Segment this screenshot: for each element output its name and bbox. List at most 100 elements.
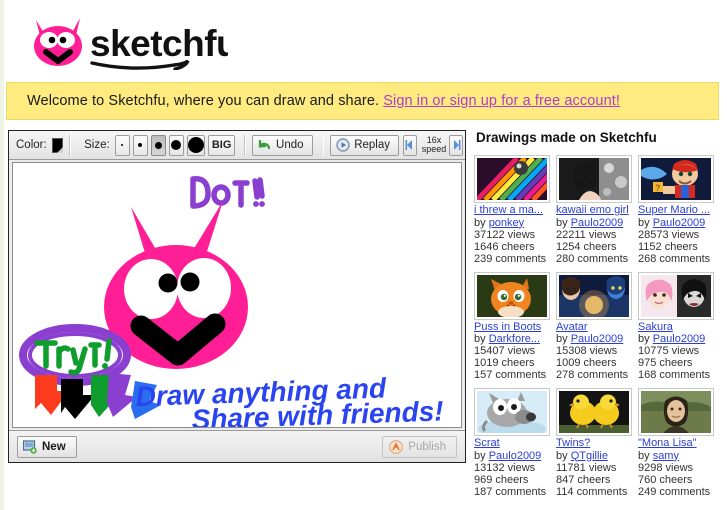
signin-signup-link[interactable]: Sign in or sign up for a free account! (383, 93, 620, 109)
speed-decrease-button[interactable] (403, 134, 417, 156)
gallery-card[interactable]: ? Super Mario ... by Paulo2009 28573 vie… (638, 155, 714, 265)
gallery-card[interactable]: "Mona Lisa" by samy 9298 views 760 cheer… (638, 388, 714, 498)
canvas-artwork: Draw anything and Share with friends! (13, 163, 461, 427)
gallery-card[interactable]: kawaii emo girl by Paulo2009 22211 views… (556, 155, 632, 265)
emo-girl-thumb-icon (559, 158, 629, 200)
gallery-card-title[interactable]: kawaii emo girl (556, 204, 632, 217)
gallery-card-title[interactable]: i threw a ma... (474, 204, 550, 217)
color-label: Color: (16, 139, 47, 151)
views-count: 10775 views (638, 345, 700, 357)
gallery-card-title[interactable]: Puss in Boots (474, 321, 550, 334)
drawing-app: Color: Size: BIG Undo Replay 16x speed D… (8, 130, 466, 463)
by-label: by (474, 449, 486, 462)
cheers-count: 1009 cheers (556, 357, 617, 369)
thumbnail[interactable] (556, 155, 632, 203)
cheers-count: 1019 cheers (474, 357, 535, 369)
gallery-card-title[interactable]: Sakura (638, 321, 714, 334)
cheers-count: 975 cheers (638, 357, 693, 369)
publish-button[interactable]: Publish (382, 435, 457, 458)
thumbnail[interactable]: ? (638, 155, 714, 203)
author-link[interactable]: Paulo2009 (571, 333, 624, 345)
toolbar-divider (322, 134, 325, 156)
gallery-card-title[interactable]: Twins? (556, 437, 632, 450)
by-label: by (556, 449, 568, 462)
speed-increase-button[interactable] (449, 134, 464, 156)
thumbnail[interactable] (638, 388, 714, 436)
gallery-card[interactable]: Scrat by Paulo2009 13132 views 969 cheer… (474, 388, 550, 498)
comments-count: 187 comments (474, 485, 547, 498)
brush-dot-icon (138, 143, 143, 147)
color-picker-swatch[interactable] (51, 137, 64, 153)
toolbar-divider (244, 134, 247, 156)
gallery-card-title[interactable]: Super Mario ... (638, 204, 714, 217)
gallery-card[interactable]: Avatar by Paulo2009 15308 views 1009 che… (556, 271, 632, 381)
sketchfu-logo[interactable]: sketchfu (18, 10, 228, 70)
author-link[interactable]: Paulo2009 (489, 450, 542, 462)
drawing-canvas[interactable]: Draw anything and Share with friends! (12, 162, 462, 428)
views-count: 15407 views (474, 345, 536, 357)
author-link[interactable]: Paulo2009 (653, 333, 706, 345)
comments-count: 157 comments (474, 369, 547, 381)
svg-text:sketchfu: sketchfu (90, 23, 228, 64)
gallery-panel: Drawings made on Sketchfu i threw a ma..… (474, 130, 722, 510)
thumbnail[interactable] (474, 388, 550, 436)
toolbar-divider (69, 134, 72, 156)
welcome-banner: Welcome to Sketchfu, where you can draw … (6, 82, 719, 120)
drawing-toolbar: Color: Size: BIG Undo Replay 16x speed (9, 131, 465, 160)
cheers-count: 969 cheers (474, 473, 529, 486)
gallery-card[interactable]: Twins? by QTgillie 11781 views 847 cheer… (556, 388, 632, 498)
comments-count: 278 comments (556, 369, 629, 381)
speed-unit: speed (421, 144, 447, 154)
gallery-card[interactable]: Puss in Boots by Darkfore... 15407 views… (474, 271, 550, 381)
thumbnail[interactable] (638, 271, 714, 320)
author-link[interactable]: Paulo2009 (653, 217, 706, 229)
gallery-card-author: by Darkfore... (474, 333, 550, 345)
gallery-grid: i threw a ma... by ponkey 37122 views 16… (474, 155, 722, 505)
replay-label: Replay (354, 139, 391, 151)
brush-dot-icon (121, 144, 124, 146)
gallery-card-title[interactable]: Scrat (474, 437, 550, 450)
author-link[interactable]: Paulo2009 (571, 217, 624, 229)
super-mario-thumb-icon: ? (641, 158, 711, 200)
size-label: Size: (84, 139, 110, 151)
thumbnail[interactable] (474, 271, 550, 320)
arrow-right-icon (453, 140, 461, 150)
gallery-card-author: by Paulo2009 (638, 217, 714, 229)
svg-text:?: ? (655, 183, 661, 193)
size-button-big[interactable]: BIG (207, 134, 236, 156)
gallery-card-author: by Paulo2009 (638, 333, 714, 345)
replay-icon (336, 138, 350, 152)
drawing-footer: New Publish (9, 430, 465, 462)
author-link[interactable]: ponkey (489, 217, 524, 229)
mona-lisa-thumb-icon (641, 391, 711, 433)
gallery-card-author: by QTgillie (556, 450, 632, 462)
by-label: by (638, 333, 650, 345)
gallery-card[interactable]: i threw a ma... by ponkey 37122 views 16… (474, 155, 550, 265)
author-link[interactable]: QTgillie (571, 450, 608, 462)
undo-button[interactable]: Undo (252, 134, 313, 156)
gallery-card-title[interactable]: "Mona Lisa" (638, 437, 714, 450)
thumbnail[interactable] (474, 155, 550, 203)
arrow-left-icon (405, 140, 413, 150)
speed-indicator: 16x speed (422, 136, 447, 154)
gallery-card-author: by samy (638, 450, 714, 462)
by-label: by (638, 216, 650, 229)
size-button-tiny[interactable] (114, 134, 130, 156)
gallery-card[interactable]: Sakura by Paulo2009 10775 views 975 chee… (638, 271, 714, 381)
size-button-large[interactable] (168, 134, 184, 156)
author-link[interactable]: Darkfore... (489, 333, 540, 345)
cheers-count: 1152 cheers (638, 240, 698, 253)
size-button-medium[interactable] (150, 134, 166, 156)
author-link[interactable]: samy (653, 450, 679, 462)
new-drawing-button[interactable]: New (17, 435, 77, 458)
thumbnail[interactable] (556, 388, 632, 436)
size-button-xlarge[interactable] (186, 134, 205, 156)
views-count: 22211 views (556, 228, 617, 241)
brush-dot-icon (154, 141, 162, 149)
page-root: sketchfu Welcome to Sketchfu, where you … (0, 0, 727, 510)
size-button-small[interactable] (132, 134, 148, 156)
thumbnail[interactable] (556, 271, 632, 320)
gallery-card-title[interactable]: Avatar (556, 321, 632, 334)
replay-button[interactable]: Replay (330, 134, 400, 156)
publish-label: Publish (408, 440, 446, 453)
